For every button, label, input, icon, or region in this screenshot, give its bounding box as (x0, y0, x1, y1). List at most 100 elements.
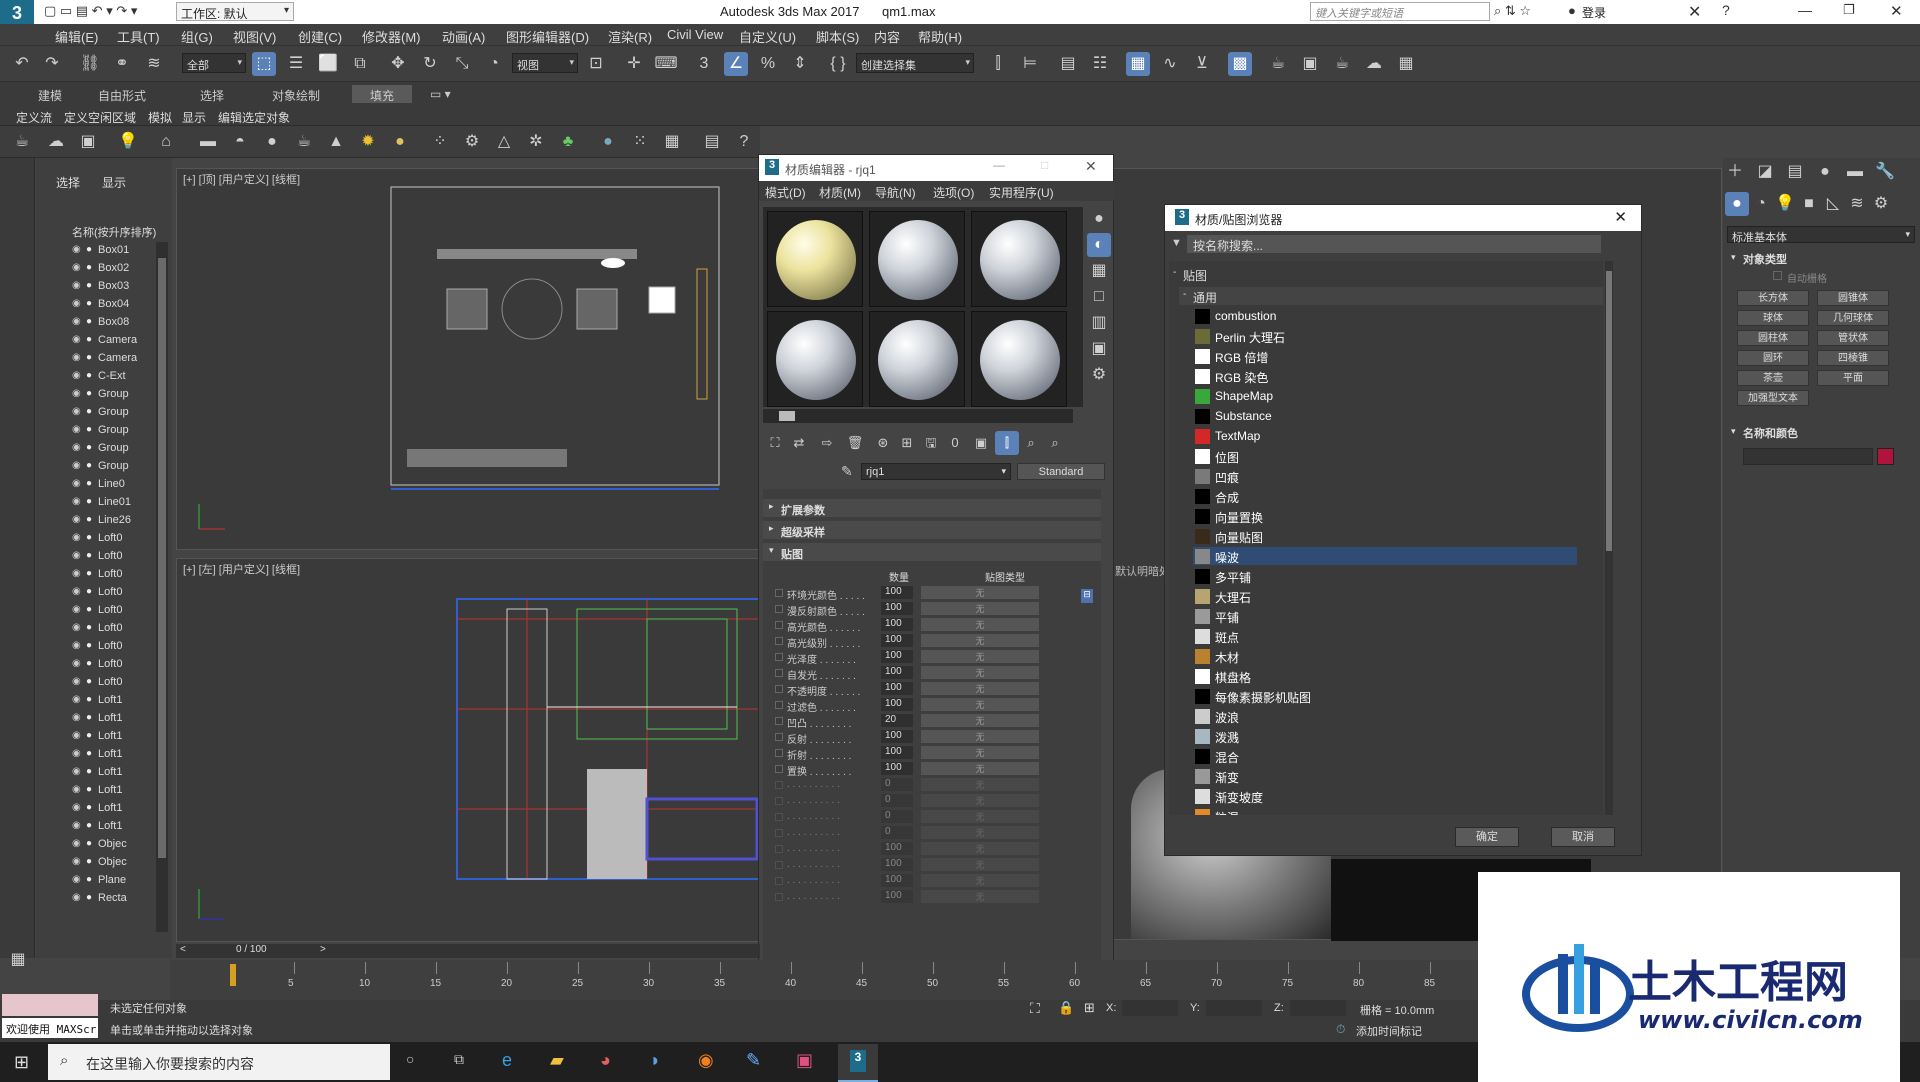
hierarchy-tab-icon[interactable]: ▤ (1783, 160, 1807, 184)
utilities-tab-icon[interactable]: 🔧 (1873, 160, 1897, 184)
ribbon-button[interactable]: 编辑选定对象 (218, 109, 290, 126)
map-slot-button[interactable]: 无 (921, 730, 1039, 743)
scene-object-row[interactable]: ◉ ● Group (68, 458, 168, 476)
taskbar-search-box[interactable]: ⌕ 在这里输入你要搜索的内容 (48, 1044, 390, 1080)
object-type-button[interactable]: 平面 (1817, 370, 1889, 386)
cameras-icon[interactable]: ■ (1797, 192, 1821, 216)
ok-button[interactable]: 确定 (1455, 827, 1519, 847)
map-type-item[interactable]: 位图 (1193, 447, 1577, 466)
viewport-top[interactable]: [+] [顶] [用户定义] [线框] (176, 168, 760, 550)
menu-item[interactable]: 创建(C) (298, 27, 342, 46)
display-tab-icon[interactable]: ▬ (1843, 160, 1867, 184)
globe-icon[interactable]: ● (596, 130, 620, 154)
map-amount-field[interactable]: 100 (881, 634, 913, 647)
map-type-item[interactable]: 每像素摄影机贴图 (1193, 687, 1577, 706)
visibility-eye-icon[interactable]: ◉ (72, 370, 81, 381)
lights-icon[interactable]: 💡 (1773, 192, 1797, 216)
next-frame-icon[interactable]: > (320, 944, 326, 955)
select-by-name-icon[interactable]: ☰ (284, 52, 308, 76)
browser-search-input[interactable]: 按名称搜索... (1187, 235, 1601, 253)
map-type-item[interactable]: 木材 (1193, 647, 1577, 666)
x-icon[interactable]: ✕ (1688, 2, 1701, 22)
visibility-eye-icon[interactable]: ◉ (72, 550, 81, 561)
window-crossing-icon[interactable]: ⧉ (348, 52, 372, 76)
autogrid-checkbox[interactable] (1773, 271, 1782, 280)
scene-object-row[interactable]: ◉ ● Loft0 (68, 548, 168, 566)
menu-item[interactable]: 编辑(E) (55, 27, 98, 46)
visibility-eye-icon[interactable]: ◉ (72, 406, 81, 417)
map-enable-checkbox[interactable] (775, 589, 783, 597)
map-type-item[interactable]: 波浪 (1193, 707, 1577, 726)
move-icon[interactable]: ✥ (386, 52, 410, 76)
uv-tiling-icon[interactable]: □ (1087, 285, 1111, 309)
scene-object-row[interactable]: ◉ ● Loft0 (68, 674, 168, 692)
select-object-icon[interactable]: ⬚ (252, 52, 276, 76)
visibility-eye-icon[interactable]: ◉ (72, 532, 81, 543)
me-menu-item[interactable]: 实用程序(U) (989, 184, 1054, 201)
scene-object-row[interactable]: ◉ ● Box02 (68, 260, 168, 278)
scene-object-row[interactable]: ◉ ● Line26 (68, 512, 168, 530)
motion-tab-icon[interactable]: ● (1813, 160, 1837, 184)
object-type-button[interactable]: 几何球体 (1817, 310, 1889, 326)
ribbon-button[interactable]: 定义空闲区域 (64, 109, 136, 126)
go-sibling-icon[interactable]: ⌕ (1043, 431, 1067, 455)
document-icon[interactable]: ▤ (700, 130, 724, 154)
curve-editor-icon[interactable]: ∿ (1158, 52, 1182, 76)
map-type-item[interactable]: 向量置换 (1193, 507, 1577, 526)
map-type-item[interactable]: 渐变 (1193, 767, 1577, 786)
visibility-eye-icon[interactable]: ◉ (72, 244, 81, 255)
scene-object-row[interactable]: ◉ ● Loft1 (68, 728, 168, 746)
rollout-maps[interactable]: ▾ 贴图 (763, 543, 1101, 561)
menu-item[interactable]: 渲染(R) (608, 27, 652, 46)
group-toggle-icon[interactable]: - (1173, 267, 1176, 278)
a360-icon[interactable]: ▦ (1394, 52, 1418, 76)
scene-object-row[interactable]: ◉ ● Objec (68, 854, 168, 872)
map-amount-field[interactable]: 100 (881, 730, 913, 743)
shapes-icon[interactable]: ◔ (1749, 192, 1773, 216)
map-enable-checkbox[interactable] (775, 893, 783, 901)
spacewarps-icon[interactable]: ≋ (1845, 192, 1869, 216)
map-browser-titlebar[interactable]: 3 材质/贴图浏览器 ✕ (1165, 205, 1641, 231)
scene-object-row[interactable]: ◉ ● Line01 (68, 494, 168, 512)
browser-scrollbar[interactable] (1605, 261, 1613, 815)
align-icon[interactable]: ⊨ (1018, 52, 1042, 76)
visibility-eye-icon[interactable]: ◉ (72, 316, 81, 327)
angle-snap-icon[interactable]: ∠ (724, 52, 748, 76)
menu-item[interactable]: 内容 (874, 27, 900, 46)
map-slot-button[interactable]: 无 (921, 698, 1039, 711)
map-type-item[interactable]: 斑点 (1193, 627, 1577, 646)
visibility-eye-icon[interactable]: ◉ (72, 802, 81, 813)
make-unique-icon[interactable]: ⊛ (871, 431, 895, 455)
camera-icon[interactable]: ⌂ (154, 130, 178, 154)
menu-item[interactable]: 脚本(S) (816, 27, 859, 46)
sample-slot[interactable] (869, 211, 965, 307)
systems-icon[interactable]: ⚙ (1869, 192, 1893, 216)
object-color-swatch[interactable] (1877, 448, 1894, 465)
task-view-icon[interactable]: ⧉ (454, 1051, 464, 1068)
sample-slot[interactable] (971, 211, 1067, 307)
map-slot-button[interactable]: 无 (921, 794, 1039, 807)
object-type-button[interactable]: 球体 (1737, 310, 1809, 326)
object-type-button[interactable]: 加强型文本 (1737, 390, 1809, 406)
visibility-eye-icon[interactable]: ◉ (72, 856, 81, 867)
map-type-item[interactable]: 渐变坡度 (1193, 787, 1577, 806)
map-amount-field[interactable]: 100 (881, 602, 913, 615)
map-type-item[interactable]: TextMap (1193, 427, 1577, 446)
scale-icon[interactable]: ⤡ (450, 52, 474, 76)
visibility-eye-icon[interactable]: ◉ (72, 334, 81, 345)
object-type-button[interactable]: 圆柱体 (1737, 330, 1809, 346)
keyboard-shortcut-icon[interactable]: ⌨ (654, 52, 678, 76)
edge-icon[interactable]: e (502, 1050, 512, 1071)
scene-object-row[interactable]: ◉ ● Recta (68, 890, 168, 908)
visibility-eye-icon[interactable]: ◉ (72, 460, 81, 471)
menu-item[interactable]: 修改器(M) (362, 27, 421, 46)
scene-object-row[interactable]: ◉ ● Plane (68, 872, 168, 890)
save-icon[interactable]: 🖫 (919, 431, 943, 455)
time-tag-icon[interactable]: ⏱ (1336, 1022, 1345, 1037)
visibility-eye-icon[interactable]: ◉ (72, 298, 81, 309)
app-icon[interactable]: ◕ (600, 1050, 611, 1071)
visibility-eye-icon[interactable]: ◉ (72, 496, 81, 507)
redo-icon[interactable]: ↷ (40, 52, 64, 76)
map-type-item[interactable]: 噪波 (1193, 547, 1577, 566)
particles-icon[interactable]: ⁘ (428, 130, 452, 154)
